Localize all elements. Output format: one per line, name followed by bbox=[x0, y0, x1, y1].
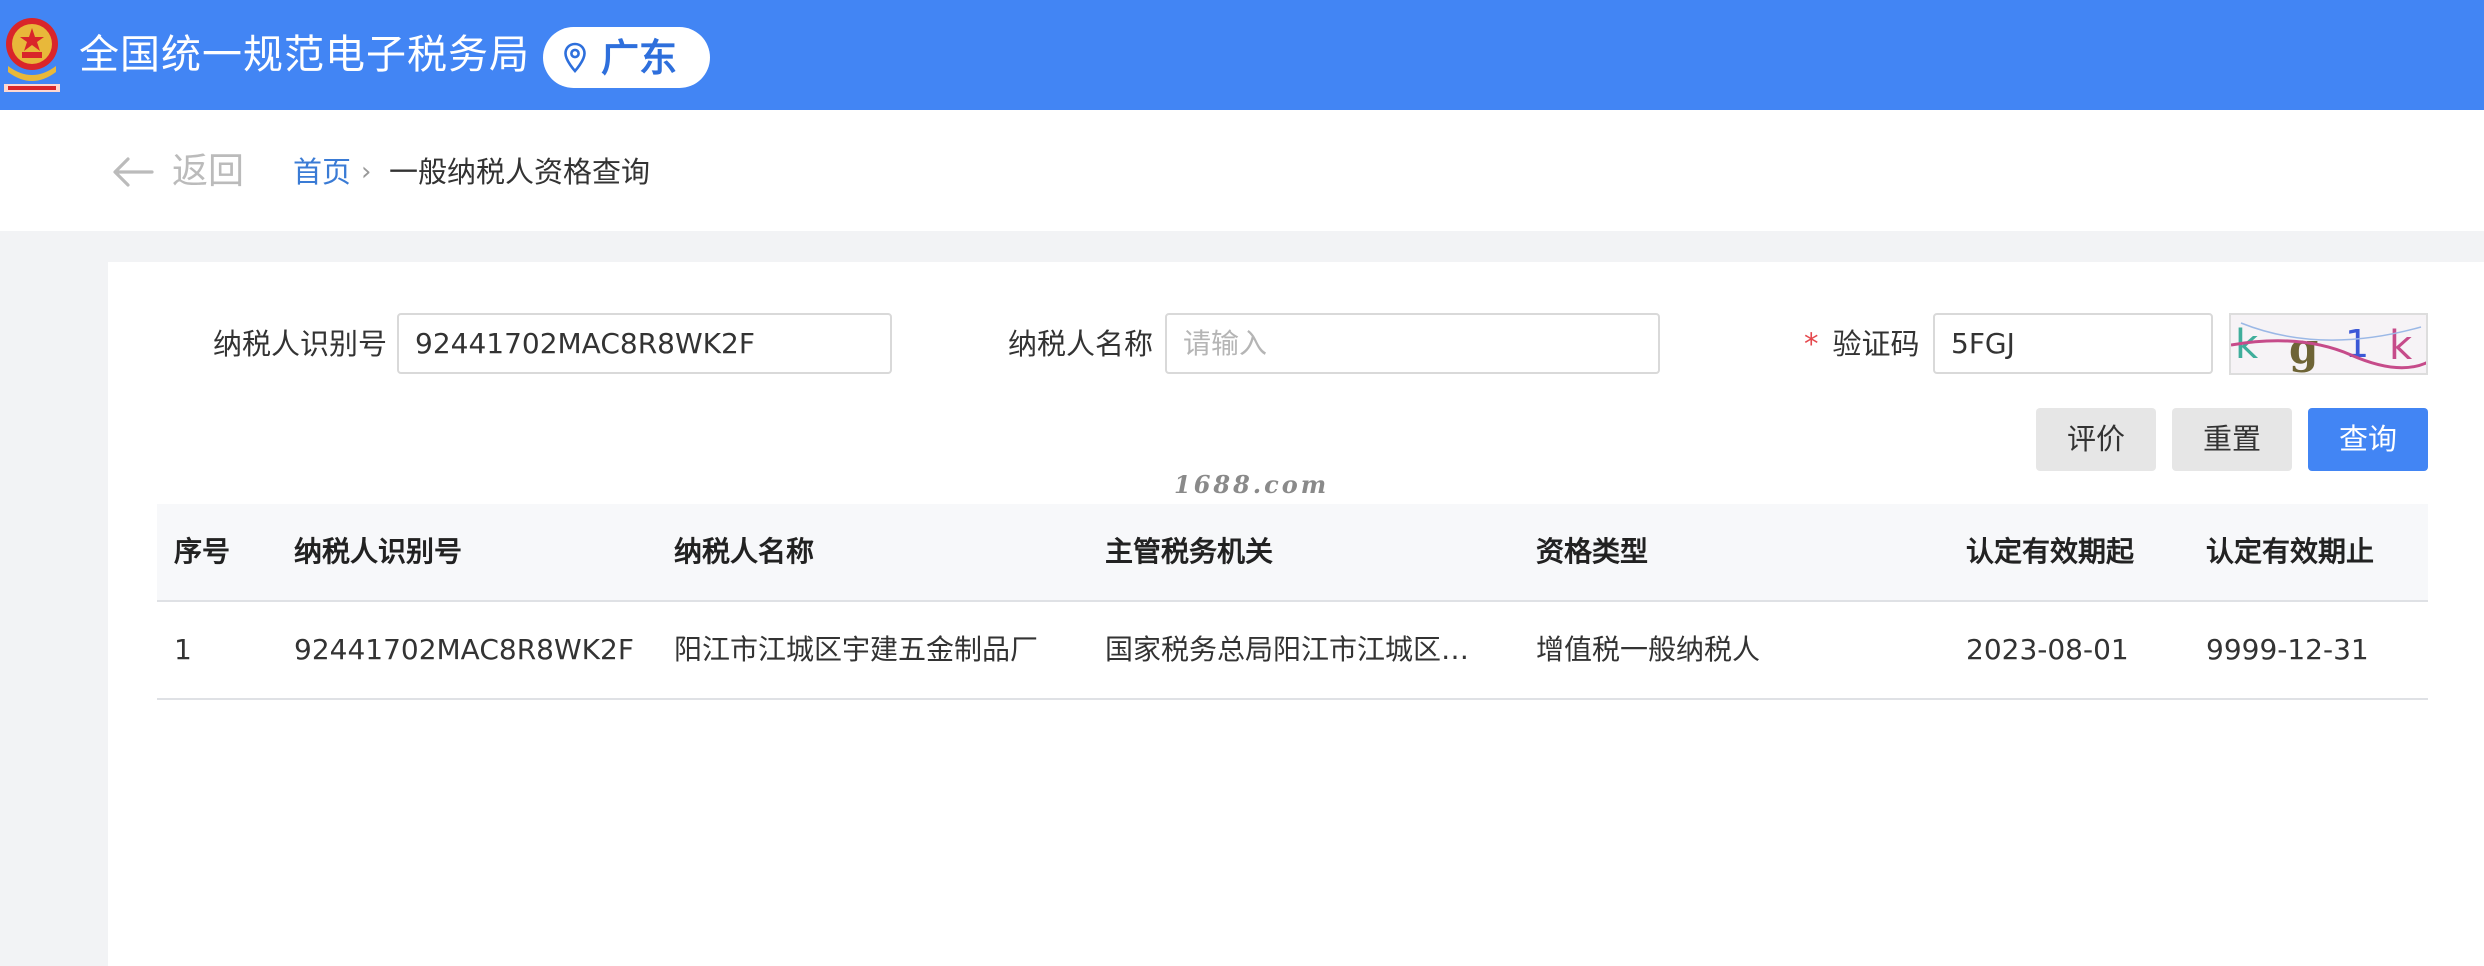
table-header: 序号 纳税人识别号 纳税人名称 主管税务机关 资格类型 认定有效期起 认定有效期… bbox=[157, 504, 2428, 602]
region-selector[interactable]: 广东 bbox=[543, 27, 710, 88]
captcha-input[interactable] bbox=[1933, 313, 2213, 374]
taxpayer-name-input[interactable] bbox=[1165, 313, 1660, 374]
site-title: 全国统一规范电子税务局 bbox=[79, 32, 530, 78]
captcha-image[interactable]: kg1k k g 1 k bbox=[2229, 313, 2428, 375]
query-card: 纳税人识别号 纳税人名称 *验证码 kg1k k g 1 k 评价 重置 查询 … bbox=[108, 262, 2484, 966]
column-header-valid-from: 认定有效期起 bbox=[1966, 535, 2135, 568]
arrow-left-icon bbox=[113, 157, 154, 187]
top-header-bar: 全国统一规范电子税务局 广东 bbox=[0, 0, 2484, 110]
breadcrumb-bar: 返回 首页 › 一般纳税人资格查询 bbox=[0, 110, 2484, 231]
captcha-label: 验证码 bbox=[1832, 327, 1920, 361]
taxpayer-id-label: 纳税人识别号 bbox=[213, 327, 388, 361]
cell-tax-authority: 国家税务总局阳江市江城区税务局 bbox=[1105, 633, 1491, 666]
breadcrumb-home-link[interactable]: 首页 bbox=[293, 153, 351, 191]
required-mark: * bbox=[1804, 327, 1819, 361]
reset-button[interactable]: 重置 bbox=[2172, 408, 2292, 471]
column-header-index: 序号 bbox=[174, 535, 231, 568]
column-header-tax-authority: 主管税务机关 bbox=[1105, 535, 1274, 568]
taxpayer-id-input[interactable] bbox=[397, 313, 892, 374]
captcha-graphic: kg1k k g 1 k bbox=[2231, 322, 2426, 373]
cell-valid-from: 2023-08-01 bbox=[1966, 633, 2129, 666]
watermark-text: 1688.com bbox=[1174, 470, 1330, 499]
column-header-taxpayer-id: 纳税人识别号 bbox=[294, 535, 463, 568]
cell-taxpayer-id: 92441702MAC8R8WK2F bbox=[294, 633, 634, 666]
column-header-qualification-type: 资格类型 bbox=[1536, 535, 1649, 568]
cell-valid-to: 9999-12-31 bbox=[2206, 633, 2369, 666]
cell-taxpayer-name: 阳江市江城区宇建五金制品厂 bbox=[674, 633, 1039, 666]
national-emblem-icon bbox=[4, 18, 60, 92]
cell-qualification-type: 增值税一般纳税人 bbox=[1536, 633, 1761, 666]
cell-index: 1 bbox=[174, 633, 192, 666]
column-header-valid-to: 认定有效期止 bbox=[2206, 535, 2375, 568]
breadcrumb-separator: › bbox=[361, 157, 372, 187]
location-pin-icon bbox=[564, 42, 586, 73]
query-button[interactable]: 查询 bbox=[2308, 408, 2428, 471]
region-label: 广东 bbox=[601, 36, 678, 80]
column-header-taxpayer-name: 纳税人名称 bbox=[674, 535, 815, 568]
breadcrumb-current-page: 一般纳税人资格查询 bbox=[389, 155, 651, 189]
captcha-label-group: * 验证码 bbox=[1804, 324, 1920, 364]
back-label: 返回 bbox=[172, 151, 245, 192]
taxpayer-name-label: 纳税人名称 bbox=[1008, 327, 1154, 361]
svg-text:g: g bbox=[2289, 324, 2318, 373]
evaluate-button[interactable]: 评价 bbox=[2036, 408, 2156, 471]
table-row: 1 92441702MAC8R8WK2F 阳江市江城区宇建五金制品厂 国家税务总… bbox=[157, 602, 2428, 700]
